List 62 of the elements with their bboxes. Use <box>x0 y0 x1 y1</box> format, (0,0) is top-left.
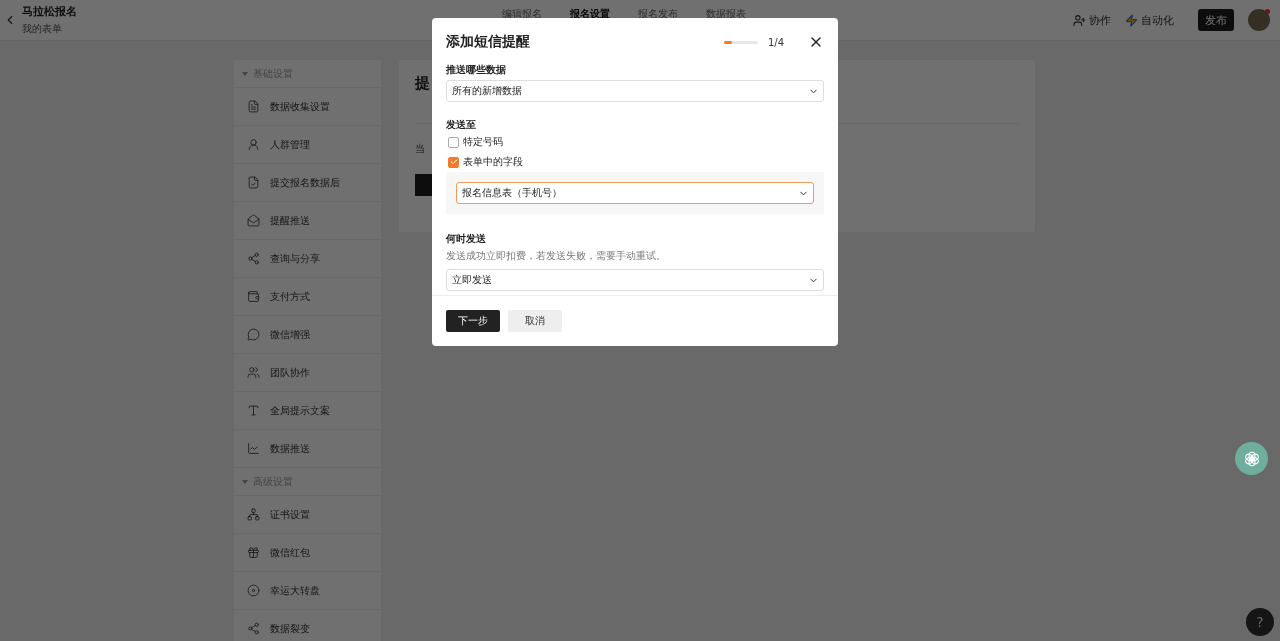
checkbox-label: 表单中的字段 <box>463 155 523 169</box>
assistant-button[interactable] <box>1235 442 1268 475</box>
wallet-icon <box>247 290 260 303</box>
card-text: 当 <box>415 142 425 156</box>
users-icon <box>247 366 260 379</box>
sidebar-item[interactable]: 证书设置 <box>234 496 381 534</box>
notification-dot <box>1265 9 1270 14</box>
form-title: 马拉松报名 <box>22 4 78 19</box>
field-hint: 发送成功立即扣费，若发送失败，需要手动重试。 <box>446 250 667 263</box>
publish-button[interactable]: 发布 <box>1198 9 1234 31</box>
gift-icon <box>247 546 260 559</box>
caret-icon[interactable] <box>242 479 248 484</box>
sidebar-item[interactable]: 数据裂变 <box>234 610 381 641</box>
toolbar-link[interactable]: 协作 <box>1089 12 1111 28</box>
toolbar-link[interactable]: 自动化 <box>1141 12 1174 28</box>
select-field[interactable]: 报名信息表（手机号） <box>456 182 814 204</box>
form-subtitle: 我的表单 <box>22 22 63 36</box>
checkbox[interactable] <box>448 156 459 168</box>
nav-tab[interactable]: 报名发布 <box>638 7 678 21</box>
knot-icon <box>1242 449 1261 468</box>
sidebar-item[interactable]: 团队协作 <box>234 354 381 392</box>
share-icon <box>247 622 260 635</box>
card-title: 提 <box>415 74 430 93</box>
select-field[interactable]: 所有的新增数据 <box>446 80 824 102</box>
nav-tab[interactable]: 编辑报名 <box>502 7 542 21</box>
sidebar-item[interactable]: 提交报名数据后 <box>234 164 381 202</box>
avatar[interactable] <box>1248 9 1270 31</box>
cancel-button[interactable]: 取消 <box>508 310 562 332</box>
text-icon <box>247 404 260 417</box>
sidebar-item[interactable]: 人群管理 <box>234 126 381 164</box>
sidebar-item[interactable]: 提醒推送 <box>234 202 381 240</box>
sidebar-item[interactable]: 微信增强 <box>234 316 381 354</box>
sidebar-item[interactable]: 全局提示文案 <box>234 392 381 430</box>
checkbox-label: 特定号码 <box>463 135 503 149</box>
nodes-icon <box>247 508 260 521</box>
field-label: 发送至 <box>446 118 477 132</box>
document-check-icon <box>247 176 260 189</box>
sidebar-item[interactable]: 幸运大转盘 <box>234 572 381 610</box>
caret-icon[interactable] <box>242 71 248 76</box>
disc-icon <box>247 584 260 597</box>
next-button[interactable]: 下一步 <box>446 310 500 332</box>
chat-icon <box>247 328 260 341</box>
sidebar-item[interactable]: 数据推送 <box>234 430 381 468</box>
sidebar-item[interactable]: 查询与分享 <box>234 240 381 278</box>
step-count: 1/4 <box>767 36 784 48</box>
sidebar-item[interactable]: 数据收集设置 <box>234 88 381 126</box>
checkbox[interactable] <box>448 136 459 148</box>
help-button[interactable]: ? <box>1246 608 1274 636</box>
document-icon <box>247 100 260 113</box>
dialog-title: 添加短信提醒 <box>446 33 530 51</box>
sidebar-item[interactable]: 支付方式 <box>234 278 381 316</box>
sidebar-item[interactable]: 微信红包 <box>234 534 381 572</box>
nav-tab[interactable]: 报名设置 <box>570 7 610 21</box>
share-icon <box>247 252 260 265</box>
lightning-icon[interactable] <box>1125 13 1138 27</box>
select-field[interactable]: 立即发送 <box>446 269 824 291</box>
envelope-icon <box>247 214 260 227</box>
field-label: 推送哪些数据 <box>446 63 507 77</box>
user-plus-icon[interactable] <box>1073 13 1086 27</box>
person-icon <box>247 138 260 151</box>
field-label: 何时发送 <box>446 232 487 246</box>
chart-icon <box>247 442 260 455</box>
